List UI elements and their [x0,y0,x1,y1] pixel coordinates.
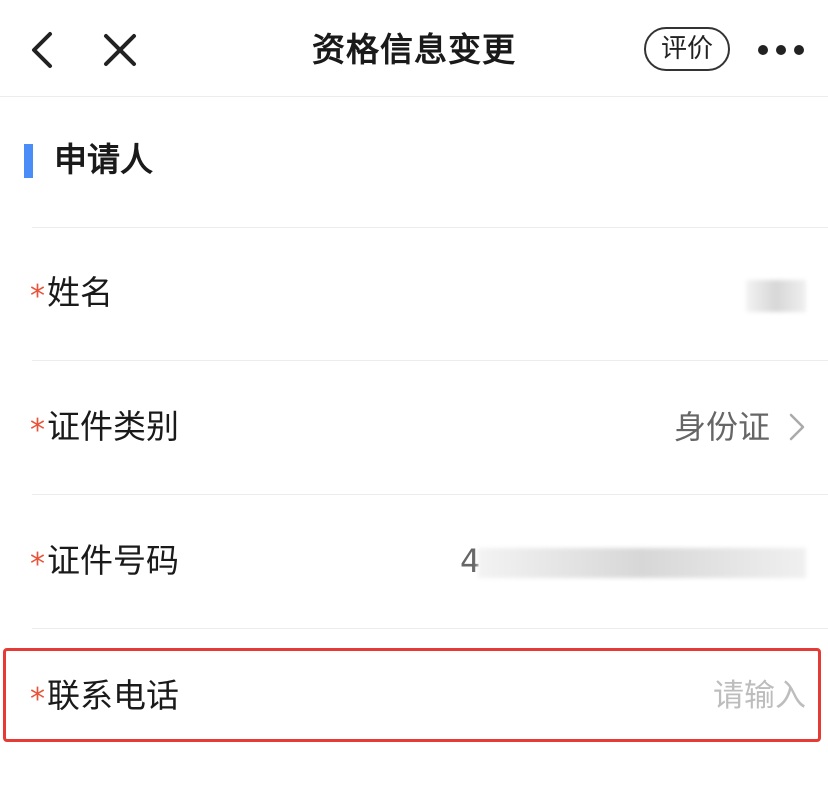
back-button[interactable] [22,28,62,72]
divider [32,628,828,629]
divider [32,494,828,495]
required-marker: * [30,682,45,717]
section-accent-bar [24,144,33,178]
section-title: 申请人 [54,140,153,179]
divider [32,360,828,361]
form-row-id-number: *证件号码 4 [0,496,828,626]
required-marker: * [30,279,45,314]
chevron-left-icon [32,32,52,68]
id-number-label: *证件号码 [30,541,179,582]
section-header-applicant: 申请人 [0,96,828,228]
form-row-id-type[interactable]: *证件类别 身份证 [0,362,828,492]
more-horizontal-icon [758,45,804,55]
phone-input[interactable] [560,660,806,732]
form-row-name: *姓名 [0,228,828,358]
rate-button[interactable]: 评价 [644,27,730,71]
id-type-label: *证件类别 [30,407,179,448]
phone-label: *联系电话 [30,676,179,717]
id-type-value: 身份证 [674,408,771,446]
chevron-right-icon [789,413,805,441]
navigation-bar: 资格信息变更 评价 [0,0,828,97]
id-number-value-redacted [478,548,806,578]
required-marker: * [30,547,45,582]
name-label: *姓名 [30,273,113,314]
more-button[interactable] [756,30,806,70]
close-icon [104,34,136,66]
name-value-redacted [746,280,806,312]
required-marker: * [30,413,45,448]
close-button[interactable] [100,28,140,72]
